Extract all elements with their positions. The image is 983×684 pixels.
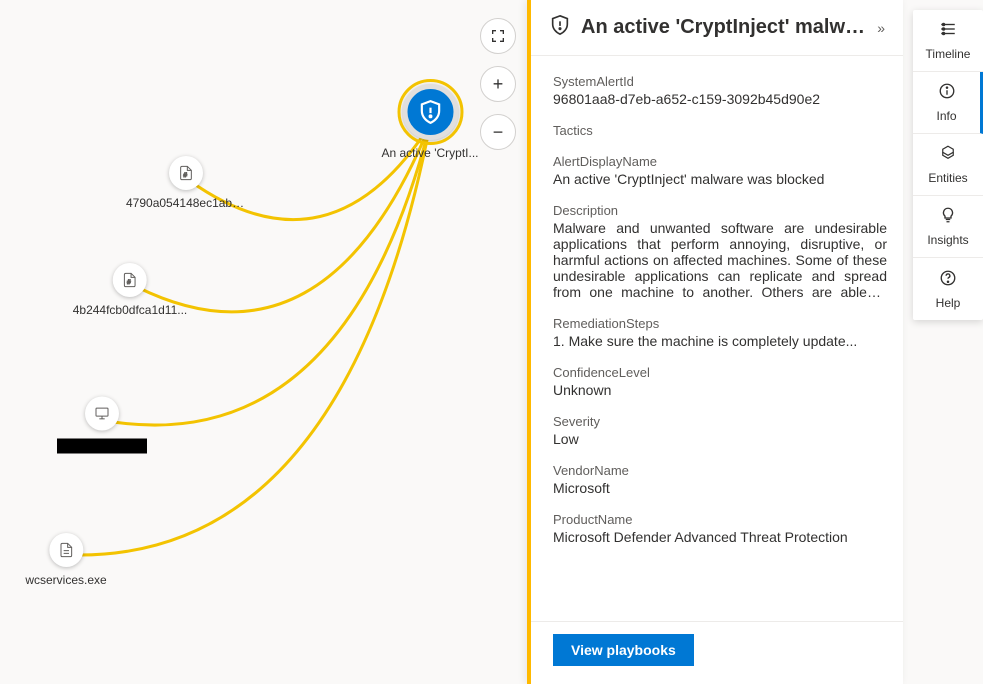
rail-insights[interactable]: Insights <box>913 196 983 258</box>
field-systemalertid: SystemAlertId 96801aa8-d7eb-a652-c159-30… <box>553 74 887 107</box>
file-icon <box>49 533 83 567</box>
host-icon <box>85 397 119 431</box>
view-playbooks-button[interactable]: View playbooks <box>553 634 694 666</box>
fit-to-screen-button[interactable] <box>480 18 516 54</box>
expand-panel-button[interactable]: » <box>877 20 885 36</box>
help-icon <box>939 269 957 292</box>
node-host[interactable] <box>57 397 147 454</box>
lightbulb-icon <box>939 206 957 229</box>
shield-alert-icon <box>549 14 571 41</box>
node-label: wcservices.exe <box>25 573 106 587</box>
node-filehash-1[interactable]: # 4790a054148ec1abe... <box>126 156 246 210</box>
node-file-wcservices[interactable]: wcservices.exe <box>25 533 106 587</box>
info-icon <box>938 82 956 105</box>
svg-text:#: # <box>183 172 187 179</box>
rail-info[interactable]: Info <box>913 72 983 134</box>
zoom-in-button[interactable]: + <box>480 66 516 102</box>
details-panel: An active 'CryptInject' malware ... » Sy… <box>527 0 903 684</box>
redacted-label <box>57 439 147 454</box>
rail-label: Timeline <box>926 47 971 61</box>
rail-label: Insights <box>927 233 968 247</box>
details-footer: View playbooks <box>531 621 903 684</box>
hash-file-icon: # <box>169 156 203 190</box>
rail-entities[interactable]: Entities <box>913 134 983 196</box>
zoom-out-button[interactable]: − <box>480 114 516 150</box>
field-productname: ProductName Microsoft Defender Advanced … <box>553 512 887 545</box>
node-alert-primary[interactable]: An active 'CryptI... <box>382 84 479 160</box>
rail-label: Info <box>936 109 956 123</box>
timeline-icon <box>939 20 957 43</box>
entities-icon <box>939 144 957 167</box>
field-vendorname: VendorName Microsoft <box>553 463 887 496</box>
field-severity: Severity Low <box>553 414 887 447</box>
node-label: 4790a054148ec1abe... <box>126 196 246 210</box>
node-label: An active 'CryptI... <box>382 146 479 160</box>
svg-text:#: # <box>127 279 131 286</box>
hash-file-icon: # <box>113 263 147 297</box>
rail-label: Help <box>936 296 961 310</box>
shield-alert-icon <box>402 84 458 140</box>
field-remediationsteps: RemediationSteps 1. Make sure the machin… <box>553 316 887 349</box>
rail-timeline[interactable]: Timeline <box>913 10 983 72</box>
side-rail: Timeline Info Entities Insights Help <box>913 10 983 320</box>
details-body[interactable]: SystemAlertId 96801aa8-d7eb-a652-c159-30… <box>531 56 903 621</box>
details-header: An active 'CryptInject' malware ... » <box>531 0 903 56</box>
node-label: 4b244fcb0dfca1d11... <box>73 303 188 317</box>
graph-controls: + − <box>480 18 516 150</box>
rail-help[interactable]: Help <box>913 258 983 320</box>
node-filehash-2[interactable]: # 4b244fcb0dfca1d11... <box>73 263 188 317</box>
field-description: Description Malware and unwanted softwar… <box>553 203 887 300</box>
field-tactics: Tactics <box>553 123 887 138</box>
field-alertdisplayname: AlertDisplayName An active 'CryptInject'… <box>553 154 887 187</box>
rail-label: Entities <box>928 171 967 185</box>
details-title: An active 'CryptInject' malware ... <box>581 16 867 39</box>
field-confidencelevel: ConfidenceLevel Unknown <box>553 365 887 398</box>
